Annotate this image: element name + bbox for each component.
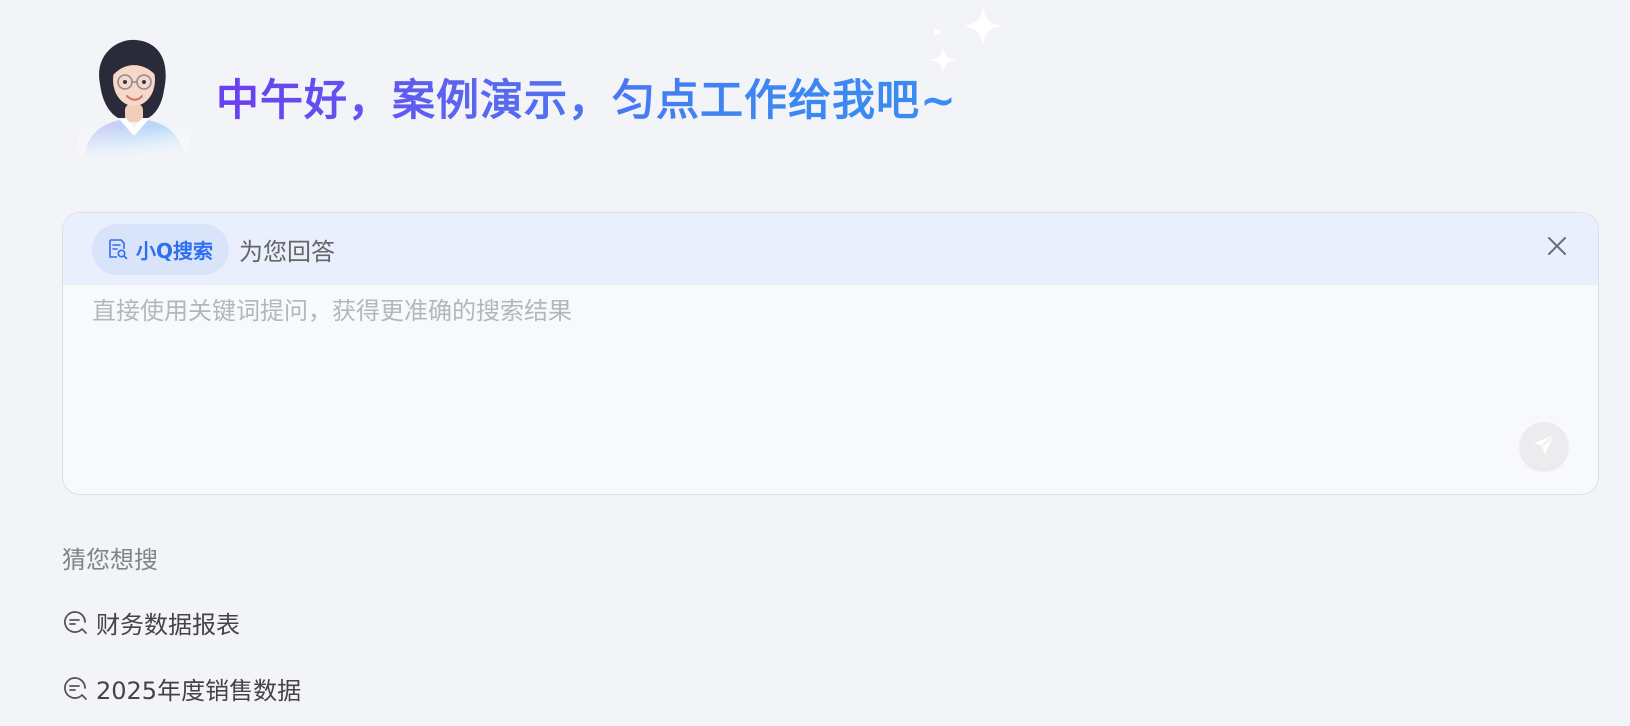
suggestions-list: 财务数据报表 2025年度销售数据 bbox=[62, 602, 301, 726]
send-icon bbox=[1531, 432, 1557, 462]
search-mode-chip[interactable]: 小Q搜索 bbox=[92, 223, 230, 275]
search-document-icon bbox=[106, 238, 128, 260]
search-input[interactable] bbox=[92, 293, 1472, 329]
suggestion-label: 财务数据报表 bbox=[96, 610, 240, 639]
sparkle-icon bbox=[925, 6, 1007, 80]
send-button[interactable] bbox=[1519, 422, 1569, 472]
search-mode-suffix: 为您回答 bbox=[239, 237, 336, 266]
chat-search-icon bbox=[62, 609, 88, 635]
suggestion-item[interactable]: 财务数据报表 bbox=[62, 602, 301, 642]
home-page: 中午好，案例演示，匀点工作给我吧~ 小Q搜索 为您回答 直接使用关键词提问，获得… bbox=[0, 0, 1630, 726]
suggestion-item[interactable]: 2025年度销售数据 bbox=[62, 668, 301, 708]
chat-search-icon bbox=[62, 675, 88, 701]
search-mode-label: 小Q搜索 bbox=[136, 238, 214, 263]
suggestion-label: 2025年度销售数据 bbox=[96, 676, 302, 705]
suggestions-title: 猜您想搜 bbox=[62, 546, 158, 574]
search-mode-bar: 小Q搜索 为您回答 bbox=[63, 213, 1598, 285]
search-card: 小Q搜索 为您回答 bbox=[62, 212, 1599, 495]
close-icon bbox=[1547, 236, 1567, 260]
close-mode-button[interactable] bbox=[1542, 233, 1572, 263]
assistant-avatar bbox=[78, 32, 190, 158]
greeting-title: 中午好，案例演示，匀点工作给我吧~ bbox=[216, 66, 957, 128]
